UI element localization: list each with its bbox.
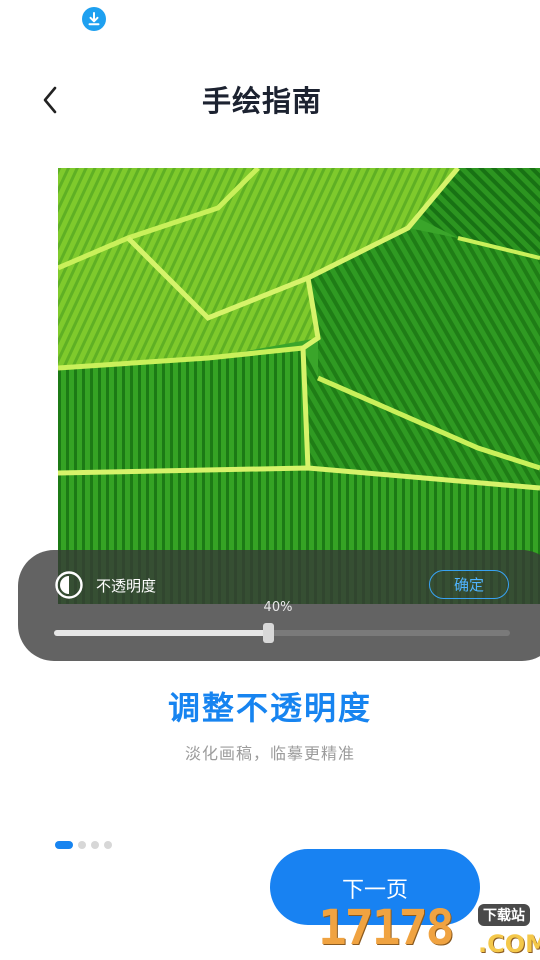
opacity-panel: 不透明度 确定 40% (18, 550, 540, 661)
download-icon (82, 7, 106, 31)
opacity-label: 不透明度 (96, 577, 157, 595)
opacity-slider[interactable] (54, 622, 510, 643)
page-dot (104, 841, 112, 849)
confirm-button[interactable]: 确定 (429, 570, 509, 599)
watermark-logo: 17178 下载站 .COM (318, 900, 540, 960)
opacity-value: 40% (263, 600, 293, 615)
page-title: 手绘指南 (201, 84, 322, 118)
page-dot (91, 841, 99, 849)
watermark-suffix: .COM (478, 930, 540, 958)
slider-thumb[interactable] (263, 623, 275, 643)
contrast-icon (55, 571, 83, 599)
page-dot (78, 841, 86, 849)
feature-subheading: 淡化画稿，临摹更精准 (184, 744, 355, 763)
watermark-badge: 下载站 (478, 904, 530, 926)
guide-image (58, 168, 540, 604)
slider-fill (54, 630, 269, 636)
feature-heading: 调整不透明度 (167, 689, 372, 727)
watermark-number: 17178 (318, 900, 454, 956)
page-dot (55, 841, 73, 849)
page-indicator (55, 841, 112, 849)
